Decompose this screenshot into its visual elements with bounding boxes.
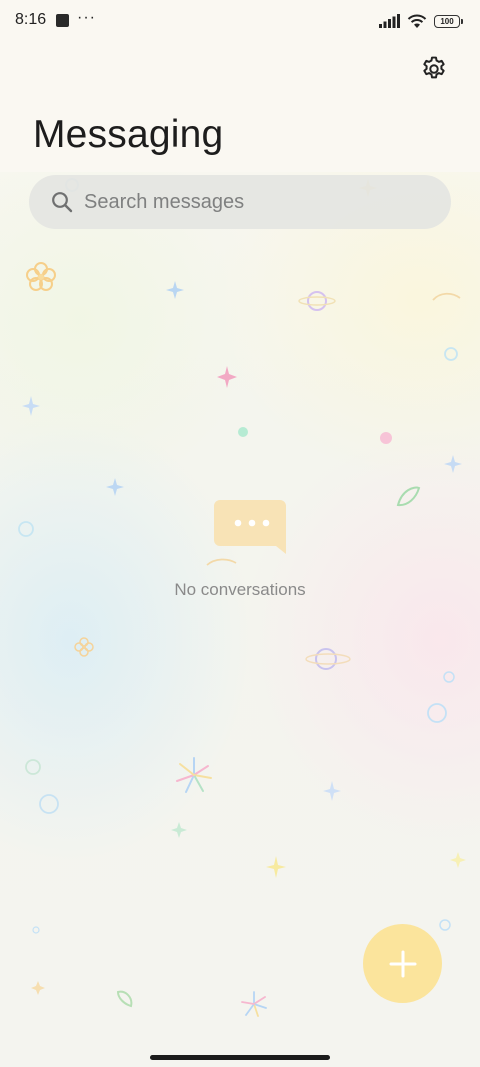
chat-bubble-icon: [214, 500, 286, 554]
wifi-icon: [407, 14, 427, 28]
plus-icon: [389, 950, 416, 977]
battery-icon: 100: [434, 14, 463, 28]
search-icon: [52, 192, 73, 213]
empty-state-text: No conversations: [174, 580, 306, 599]
page-title: Messaging: [33, 113, 224, 156]
app-notification-icon: [56, 14, 69, 27]
home-indicator[interactable]: [150, 1055, 330, 1060]
new-conversation-button[interactable]: [363, 924, 442, 1003]
signal-icon: [379, 14, 400, 28]
status-time: 8:16: [15, 11, 47, 28]
status-indicators: 100: [379, 12, 463, 30]
search-input[interactable]: Search messages: [84, 191, 244, 214]
status-bar: 8:16 ··· 100: [0, 0, 480, 42]
search-bar[interactable]: Search messages: [29, 175, 451, 229]
settings-button[interactable]: [416, 51, 452, 87]
gear-icon: [423, 56, 445, 79]
more-notifications-icon: ···: [77, 9, 96, 26]
